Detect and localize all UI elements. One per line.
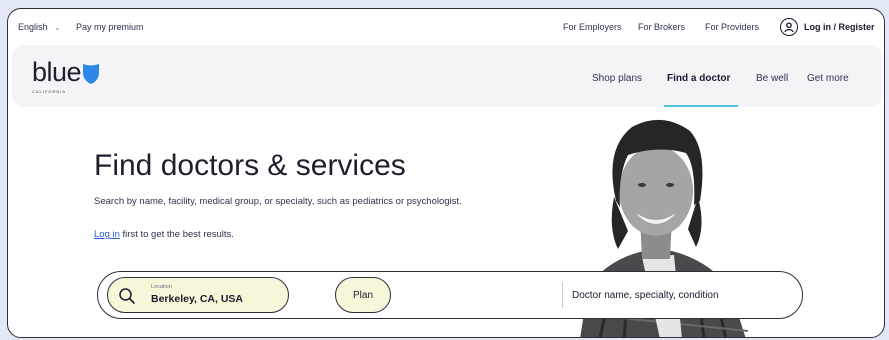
nav-find-a-doctor[interactable]: Find a doctor	[667, 73, 730, 84]
logo-subtitle: CALIFORNIA	[32, 89, 67, 94]
plan-selector[interactable]: Plan	[335, 277, 391, 313]
shield-icon	[83, 64, 100, 89]
active-nav-indicator	[664, 105, 738, 107]
nav-shop-plans[interactable]: Shop plans	[592, 73, 642, 84]
browser-frame: English ⌄ Pay my premium For Employers Fo…	[7, 8, 885, 338]
logo-wordmark: blue	[32, 57, 82, 87]
hero-description: Search by name, facility, medical group,…	[94, 196, 462, 207]
main-nav: blue CALIFORNIA Shop plans Find a doctor…	[12, 45, 882, 107]
language-label: English	[18, 22, 48, 32]
blue-shield-logo[interactable]: blue	[32, 57, 100, 89]
location-value: Berkeley, CA, USA	[151, 293, 244, 305]
hero-title: Find doctors & services	[94, 149, 406, 182]
search-divider	[562, 282, 563, 308]
hero-login-link[interactable]: Log in	[94, 229, 120, 240]
doctor-search-input[interactable]	[572, 287, 772, 303]
search-bar: Location Berkeley, CA, USA Plan	[97, 271, 803, 319]
login-register-button[interactable]: Log in / Register	[780, 17, 875, 37]
for-employers-link[interactable]: For Employers	[563, 22, 622, 32]
hero-login-suffix: first to get the best results.	[119, 229, 234, 240]
nav-get-more[interactable]: Get more	[807, 73, 849, 84]
user-icon	[780, 18, 798, 36]
for-brokers-link[interactable]: For Brokers	[638, 22, 685, 32]
search-icon	[118, 287, 136, 310]
hero-login-prompt: Log in first to get the best results.	[94, 229, 234, 240]
utility-bar: English ⌄ Pay my premium For Employers Fo…	[8, 9, 884, 45]
location-label: Location	[151, 284, 172, 290]
login-register-label: Log in / Register	[804, 22, 875, 32]
language-selector[interactable]: English ⌄	[18, 22, 60, 32]
pay-premium-link[interactable]: Pay my premium	[76, 22, 144, 32]
for-providers-link[interactable]: For Providers	[705, 22, 759, 32]
nav-be-well[interactable]: Be well	[756, 73, 788, 84]
location-field[interactable]: Location Berkeley, CA, USA	[107, 277, 289, 313]
chevron-down-icon: ⌄	[54, 25, 61, 32]
